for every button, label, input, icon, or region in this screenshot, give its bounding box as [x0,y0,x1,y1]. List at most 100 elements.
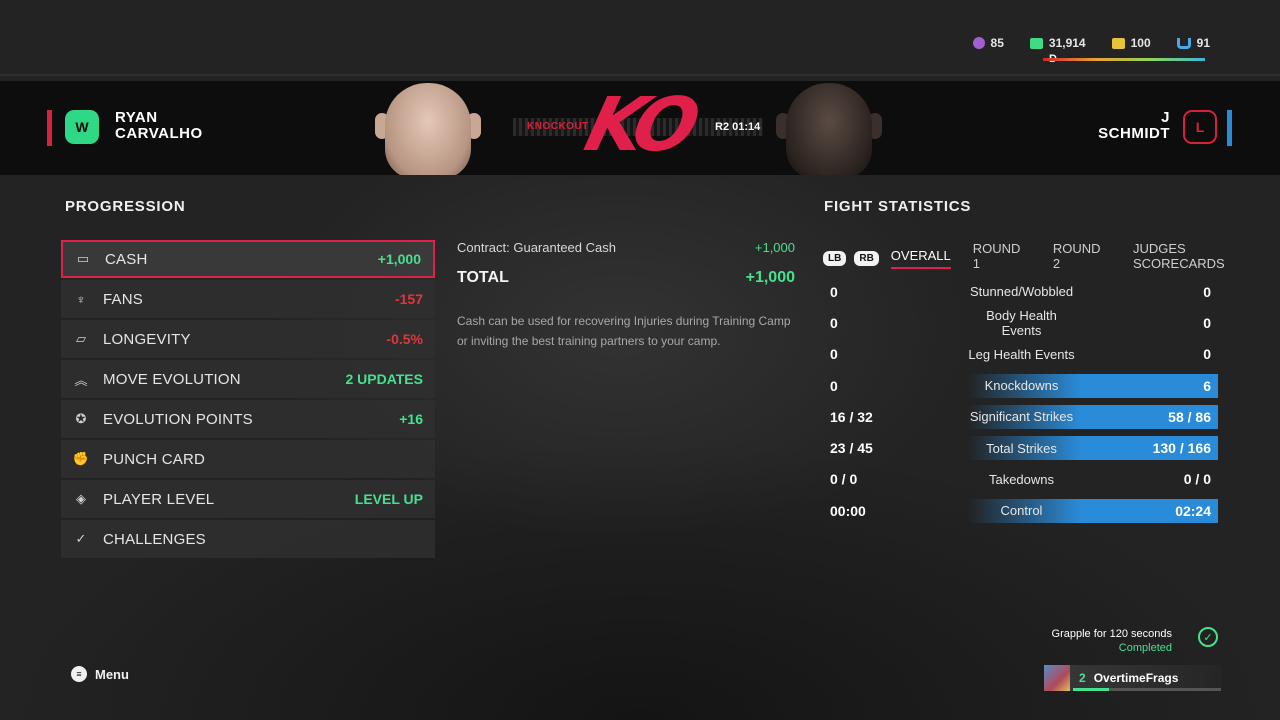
stat-label: Leg Health Events [968,346,1075,362]
progression-item-value: LEVEL UP [354,491,423,507]
detail-total: TOTAL +1,000 [457,269,795,287]
diamond-icon: ◈ [76,491,86,506]
detail-description: Cash can be used for recovering Injuries… [457,314,791,348]
currency-coins: 85 [972,36,1004,50]
stat-label: Stunned/Wobbled [969,284,1074,300]
player-name: OvertimeFrags [1093,671,1179,685]
stat-row-leg-health: 0 Leg Health Events 0 [823,339,1218,370]
currency-calendar-value: 100 [1130,36,1151,50]
progression-item-value: +16 [399,411,423,427]
stat-left-value: 0 [830,377,838,394]
loss-badge: L [1183,110,1217,144]
stat-left-value: 0 [830,283,838,300]
player-progress-bar [1073,688,1221,691]
currency-calendar: 100 [1111,36,1151,50]
fight-statistics-title: FIGHT STATISTICS [824,198,972,215]
stat-right-value: 0 [1203,314,1211,331]
currency-coins-value: 85 [990,36,1004,50]
tab-round-1[interactable]: ROUND 1 [973,241,1031,275]
progression-item-label: CASH [105,250,148,268]
stat-label: Control [1000,503,1043,519]
left-fighter-portrait [369,81,487,175]
stat-left-value: 0 / 0 [830,471,858,488]
result-time: R2 01:14 [715,121,761,133]
progression-item-value: 2 UPDATES [345,371,423,387]
right-fighter-first-name: J [1161,109,1170,126]
detail-line: Contract: Guaranteed Cash +1,000 [457,240,795,255]
cash-icon: ▭ [76,251,90,266]
check-circle-icon: ✓ [1198,627,1218,647]
win-badge: W [65,110,99,144]
progression-item-punch-card[interactable]: ✊ PUNCH CARD [61,440,435,478]
ko-graphic: KO [577,82,703,168]
left-fighter-name: RYAN CARVALHO [115,110,203,142]
progression-item-fans[interactable]: ♆ FANS -157 [61,280,435,318]
tab-judges-scorecards[interactable]: JUDGES SCORECARDS [1133,241,1280,275]
stat-left-value: 0 [830,346,838,363]
stat-left-value: 23 / 45 [830,440,873,457]
currency-bar: 85 31,914 100 91 [972,36,1210,50]
stat-row-total-strikes: 23 / 45 Total Strikes 130 / 166 [823,432,1218,463]
portrait-head [786,83,872,175]
tab-overall[interactable]: OVERALL [890,248,951,269]
fight-statistics-table: 0 Stunned/Wobbled 0 0 Body Health Events… [823,276,1218,526]
progression-item-move-evolution[interactable]: ︽ MOVE EVOLUTION 2 UPDATES [61,360,435,398]
stat-right-value: 02:24 [1175,502,1211,519]
detail-line-label: Contract: Guaranteed Cash [457,240,616,255]
progression-item-challenges[interactable]: ✓ CHALLENGES [61,520,435,558]
stat-label: Knockdowns [984,378,1059,394]
stat-row-takedowns: 0 / 0 Takedowns 0 / 0 [823,464,1218,495]
stat-right-value: 0 / 0 [1183,471,1211,488]
progression-item-label: CHALLENGES [103,530,206,548]
right-fighter-portrait [770,81,888,175]
stat-right-value: 0 [1203,346,1211,363]
left-fighter-last-name: CARVALHO [115,125,203,142]
progression-item-value: -0.5% [386,331,423,347]
stat-row-control: 00:00 Control 02:24 [823,495,1218,526]
blue-corner-tab [1227,110,1232,146]
stat-row-significant-strikes: 16 / 32 Significant Strikes 58 / 86 [823,401,1218,432]
progression-item-label: PLAYER LEVEL [103,490,215,508]
rank-bar [1043,58,1205,61]
rb-button-hint[interactable]: RB [854,250,879,266]
stat-label: Takedowns [988,471,1055,487]
challenge-title: Grapple for 120 seconds [1051,628,1172,640]
stat-right-value: 6 [1203,377,1211,394]
stat-left-value: 16 / 32 [830,408,873,425]
progression-item-value: -157 [394,291,423,307]
progression-item-longevity[interactable]: ▱ LONGEVITY -0.5% [61,320,435,358]
menu-button[interactable]: ≡ Menu [71,666,129,682]
red-corner-tab [47,110,52,146]
left-fighter-first-name: RYAN [115,109,158,126]
star-circle-icon: ✪ [75,411,87,426]
progression-item-player-level[interactable]: ◈ PLAYER LEVEL LEVEL UP [61,480,435,518]
detail-total-value: +1,000 [745,269,795,286]
menu-label: Menu [95,666,129,682]
player-level: 2 [1079,671,1086,685]
fans-icon [1176,37,1191,49]
battery-icon: ▱ [76,331,86,346]
stat-label: Significant Strikes [969,409,1074,425]
coin-icon [972,37,985,49]
progression-item-evolution-points[interactable]: ✪ EVOLUTION POINTS +16 [61,400,435,438]
stat-row-knockdowns: 0 Knockdowns 6 [823,370,1218,401]
tab-round-2[interactable]: ROUND 2 [1053,241,1111,275]
stat-label: Body Health Events [986,307,1057,338]
player-progress-fill [1073,688,1109,691]
detail-total-label: TOTAL [457,269,509,286]
portrait-head [385,83,471,175]
right-fighter-name: J SCHMIDT [1098,110,1170,142]
lb-button-hint[interactable]: LB [823,250,847,266]
progression-list: ▭ CASH +1,000 ♆ FANS -157 ▱ LONGEVITY -0… [61,240,435,560]
fans-icon: ♆ [76,291,86,307]
challenge-status: Completed [1118,642,1172,654]
stat-row-body-health: 0 Body Health Events 0 [823,307,1218,338]
challenge-toast: Grapple for 120 seconds Completed [1052,627,1172,655]
stat-right-value: 130 / 166 [1152,440,1211,457]
currency-cash-value: 31,914 [1048,36,1086,50]
progression-item-label: MOVE EVOLUTION [103,370,241,388]
menu-icon: ≡ [71,666,87,682]
right-fighter-last-name: SCHMIDT [1098,125,1170,142]
progression-item-cash[interactable]: ▭ CASH +1,000 [61,240,435,278]
stat-left-value: 00:00 [830,502,866,519]
